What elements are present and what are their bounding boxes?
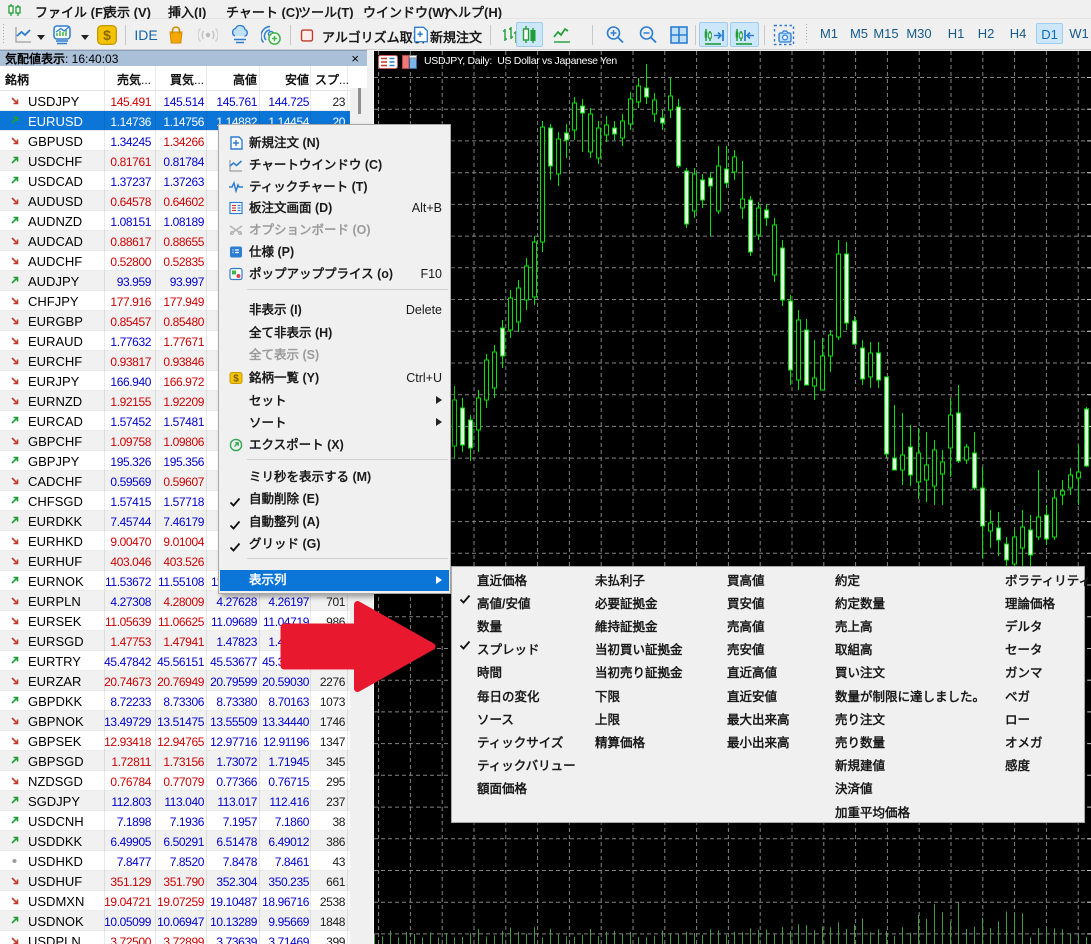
svg-text:$: $ — [103, 27, 111, 43]
svg-text:$: $ — [233, 374, 239, 385]
